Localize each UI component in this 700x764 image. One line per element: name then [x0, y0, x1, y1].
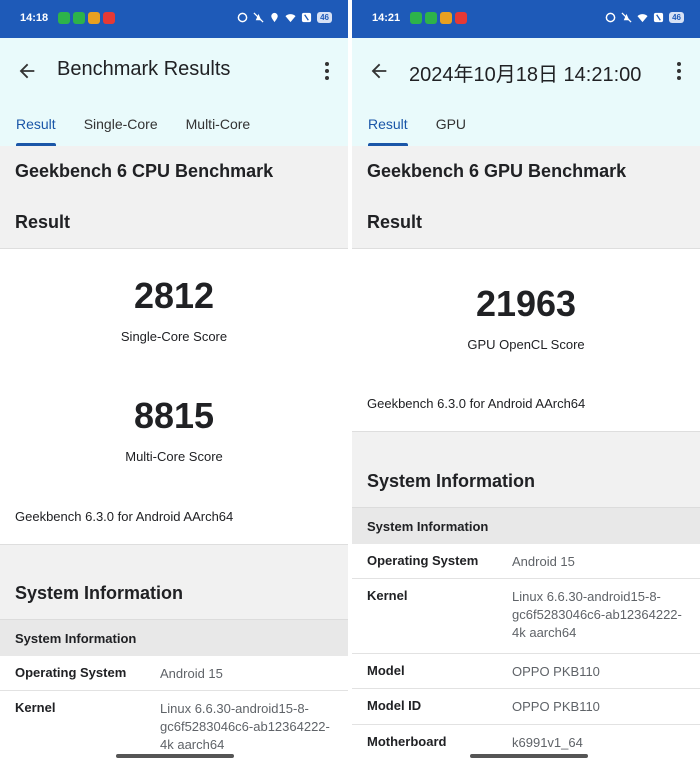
row-key: Motherboard	[367, 734, 447, 749]
version-text: Geekbench 6.3.0 for Android AArch64	[367, 396, 586, 411]
nfc-icon	[654, 12, 664, 23]
multi-core-score-label: Multi-Core Score	[125, 449, 223, 464]
row-value: Linux 6.6.30-android15-8-gc6f5283046c6-a…	[512, 589, 682, 640]
page-title: Benchmark Results	[57, 58, 231, 80]
gesture-nav-bar[interactable]	[116, 754, 234, 758]
system-icons: 46	[237, 12, 332, 23]
battery-icon: 46	[669, 12, 684, 23]
gpu-opencl-score: 21963	[475, 283, 577, 324]
benchmark-title: Geekbench 6 CPU Benchmark	[15, 161, 274, 181]
table-row: Motherboard k6991v1_64	[352, 725, 700, 764]
row-value: OPPO PKB110	[512, 699, 600, 714]
gpu-results-screen: 14:21 46 2024年10月18日 14:21:00 Result GPU…	[352, 0, 700, 764]
row-key: Model ID	[367, 698, 422, 713]
system-info-header: System Information	[0, 619, 348, 657]
back-arrow-icon[interactable]	[368, 60, 390, 82]
row-value: Android 15	[512, 554, 575, 569]
data-saver-icon	[237, 12, 248, 23]
alarm-off-icon	[621, 12, 632, 23]
row-value: Android 15	[160, 666, 223, 681]
version-text: Geekbench 6.3.0 for Android AArch64	[15, 509, 234, 524]
table-row: Operating System Android 15	[352, 544, 700, 579]
table-row: Model ID OPPO PKB110	[352, 689, 700, 725]
table-row: Operating System Android 15	[0, 656, 348, 691]
status-bar: 14:21 46	[352, 0, 700, 38]
result-heading: Result	[367, 212, 423, 232]
location-icon	[271, 12, 278, 23]
app-notification-icon	[455, 12, 467, 24]
battery-icon: 46	[317, 12, 332, 23]
table-row: Kernel Linux 6.6.30-android15-8-gc6f5283…	[352, 579, 700, 654]
tab-result[interactable]: Result	[368, 116, 408, 146]
alarm-off-icon	[253, 12, 264, 23]
row-key: Operating System	[367, 553, 479, 568]
gpu-opencl-score-label: GPU OpenCL Score	[467, 337, 585, 352]
row-value: k6991v1_64	[512, 735, 583, 750]
app-notification-icon	[58, 12, 70, 24]
system-info-header: System Information	[352, 507, 700, 545]
notification-icons	[410, 12, 467, 24]
status-bar: 14:18 46	[0, 0, 348, 38]
system-info-title: System Information	[367, 471, 536, 491]
status-time: 14:18	[20, 12, 49, 24]
system-info-header-label: System Information	[15, 631, 137, 646]
app-notification-icon	[440, 12, 452, 24]
tab-bar: Result GPU	[368, 116, 466, 146]
app-notification-icon	[88, 12, 100, 24]
row-key: Kernel	[367, 588, 408, 603]
app-notification-icon	[103, 12, 115, 24]
multi-core-score: 8815	[133, 395, 215, 436]
version-card: Geekbench 6.3.0 for Android AArch64	[352, 377, 700, 432]
system-info-title: System Information	[15, 583, 184, 603]
tab-result[interactable]: Result	[16, 116, 56, 146]
single-core-score-label: Single-Core Score	[120, 329, 228, 344]
single-core-score: 2812	[133, 275, 215, 316]
row-key: Model	[367, 663, 405, 678]
more-vert-icon[interactable]	[672, 60, 686, 82]
more-vert-icon[interactable]	[320, 60, 334, 82]
system-info-header-label: System Information	[367, 519, 489, 534]
row-key: Operating System	[15, 665, 127, 680]
row-key: Kernel	[15, 700, 56, 715]
tab-bar: Result Single-Core Multi-Core	[16, 116, 250, 146]
cpu-results-screen: 14:18 46 Benchmark Results Result Single…	[0, 0, 348, 764]
scores-card: 2812 Single-Core Score 8815 Multi-Core S…	[0, 248, 348, 492]
data-saver-icon	[605, 12, 616, 23]
status-time: 14:21	[372, 12, 401, 24]
app-bar: 2024年10月18日 14:21:00 Result GPU	[352, 38, 700, 146]
wifi-icon	[637, 14, 648, 23]
app-notification-icon	[73, 12, 85, 24]
app-bar: Benchmark Results Result Single-Core Mul…	[0, 38, 348, 146]
row-value: OPPO PKB110	[512, 664, 600, 679]
version-card: Geekbench 6.3.0 for Android AArch64	[0, 490, 348, 545]
system-icons: 46	[605, 12, 684, 23]
notification-icons	[58, 12, 115, 24]
app-notification-icon	[425, 12, 437, 24]
page-title: 2024年10月18日 14:21:00	[409, 64, 642, 86]
tab-gpu[interactable]: GPU	[436, 116, 466, 146]
table-row: Model OPPO PKB110	[352, 654, 700, 689]
row-value: Linux 6.6.30-android15-8-gc6f5283046c6-a…	[160, 701, 330, 752]
nfc-icon	[302, 12, 312, 23]
scores-card: 21963 GPU OpenCL Score	[352, 248, 700, 378]
benchmark-title: Geekbench 6 GPU Benchmark	[367, 161, 627, 181]
tab-multi-core[interactable]: Multi-Core	[186, 116, 251, 146]
app-notification-icon	[410, 12, 422, 24]
result-heading: Result	[15, 212, 71, 232]
gesture-nav-bar[interactable]	[470, 754, 588, 758]
tab-single-core[interactable]: Single-Core	[84, 116, 158, 146]
back-arrow-icon[interactable]	[16, 60, 38, 82]
wifi-icon	[285, 14, 296, 23]
